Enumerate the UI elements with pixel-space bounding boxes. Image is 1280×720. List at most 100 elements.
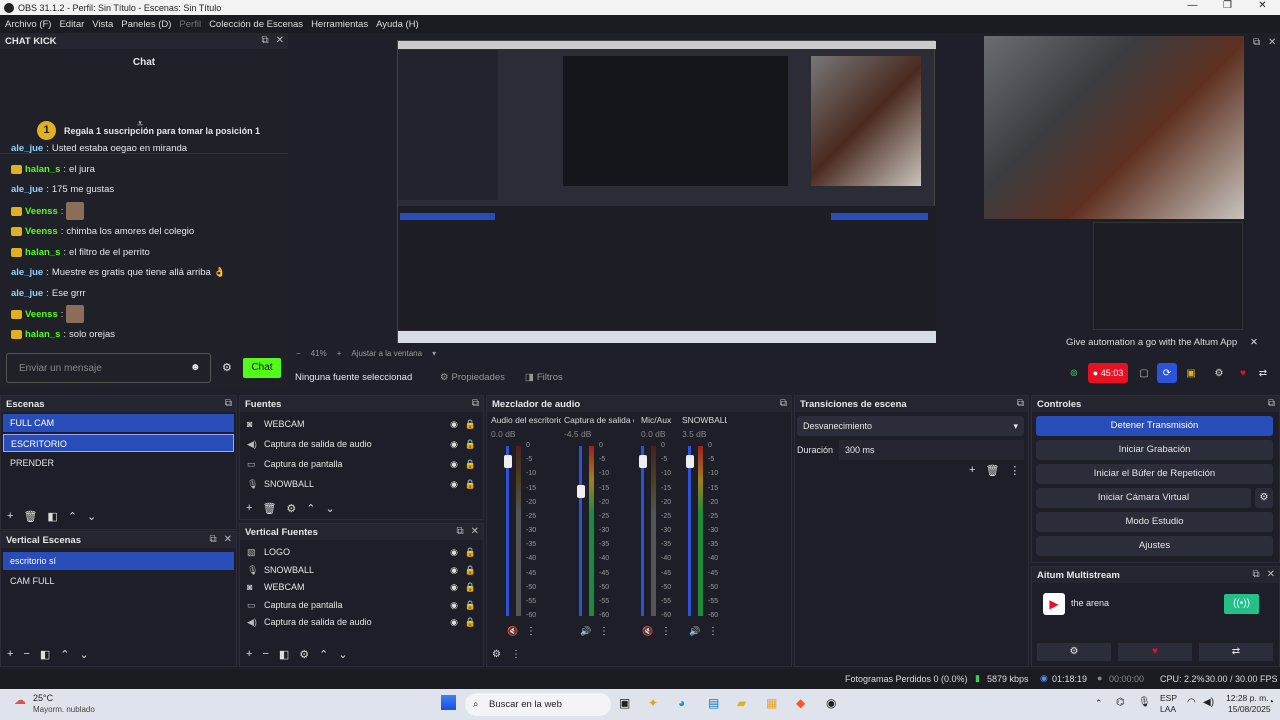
eye-icon[interactable]: ◉	[450, 455, 458, 473]
chat-user[interactable]: Veenss	[25, 309, 58, 320]
clock-time[interactable]: 12:28 p. m.	[1226, 693, 1269, 703]
volume-icon[interactable]: ◀)	[1203, 697, 1214, 708]
preview-canvas[interactable]	[397, 40, 936, 343]
undock-icon[interactable]: ⧉	[1253, 37, 1260, 48]
filter-icon[interactable]: ◧	[47, 510, 57, 523]
mixer-settings-icon[interactable]: ⚙	[492, 649, 501, 660]
gear-icon[interactable]: ⚙	[440, 372, 449, 383]
close-icon[interactable]: ✕	[1268, 37, 1276, 48]
folder-icon[interactable]: ▰	[737, 696, 746, 710]
mic-tray-icon[interactable]: 🎙	[1138, 697, 1151, 708]
volume-knob[interactable]	[577, 485, 585, 499]
stop-streaming-button[interactable]: Detener Transmisión	[1036, 416, 1273, 436]
volume-knob[interactable]	[686, 454, 694, 468]
vertical-source-item[interactable]: 🎙 SNOWBALL ◉ 🔒	[247, 561, 483, 579]
maximize-icon[interactable]: ❐	[1210, 0, 1245, 11]
chat-send-button[interactable]: Chat	[243, 358, 281, 378]
lock-icon[interactable]: 🔒	[465, 578, 476, 596]
files-icon[interactable]: ▦	[766, 696, 777, 710]
menu-archivo[interactable]: Archivo (F)	[5, 19, 51, 30]
remove-icon[interactable]: −	[262, 648, 268, 661]
vertical-source-item[interactable]: ▭ Captura de pantalla ◉ 🔒	[247, 596, 483, 614]
source-item[interactable]: 🎙 SNOWBALL ◉ 🔒	[247, 475, 483, 493]
move-up-icon[interactable]: ⌃	[306, 502, 315, 515]
close-icon[interactable]: ✕	[224, 534, 232, 545]
fit-window-label[interactable]: Ajustar a la ventana	[351, 349, 422, 358]
chat-user[interactable]: ale_jue	[11, 143, 43, 154]
chevron-up-icon[interactable]: ⌃	[1095, 698, 1103, 709]
menu-ayuda[interactable]: Ayuda (H)	[376, 19, 419, 30]
eye-icon[interactable]: ◉	[450, 435, 458, 453]
windows-start-icon[interactable]	[441, 695, 456, 710]
muted-speaker-icon[interactable]: 🔇	[507, 626, 518, 637]
studio-mode-button[interactable]: Modo Estudio	[1036, 512, 1273, 532]
more-icon[interactable]: ⋮	[708, 626, 718, 637]
source-item[interactable]: ◀) Captura de salida de audio ◉ 🔒	[247, 435, 483, 453]
undock-icon[interactable]: ⧉	[225, 398, 232, 409]
undock-icon[interactable]: ⧉	[209, 534, 216, 545]
scene-item[interactable]: ESCRITORIO	[3, 434, 234, 452]
edge-icon[interactable]: ◕	[678, 696, 685, 710]
heart-icon[interactable]: ♥	[1233, 363, 1253, 383]
lock-icon[interactable]: 🔒	[465, 475, 476, 493]
lock-icon[interactable]: 🔒	[465, 455, 476, 473]
undock-icon[interactable]: ⧉	[1017, 398, 1024, 409]
eye-icon[interactable]: ◉	[450, 561, 458, 579]
vertical-scene-item[interactable]: CAM FULL	[3, 572, 234, 590]
more-icon[interactable]: ⋮	[599, 626, 609, 637]
more-icon[interactable]: ⋮	[511, 649, 521, 660]
close-icon[interactable]: ✕	[471, 526, 479, 537]
undock-icon[interactable]: ⧉	[1268, 398, 1275, 409]
undock-icon[interactable]: ⧉	[780, 398, 787, 409]
gear-icon[interactable]: ⚙	[299, 648, 309, 661]
task-view-icon[interactable]: ▣	[619, 696, 630, 710]
speaker-icon[interactable]: 🔊	[580, 626, 591, 637]
move-down-icon[interactable]: ⌄	[87, 510, 96, 523]
menu-vista[interactable]: Vista	[92, 19, 113, 30]
gear-icon[interactable]: ⚙	[1037, 643, 1111, 661]
swap-icon[interactable]: ⇄	[1253, 363, 1273, 383]
language-layout[interactable]: LAA	[1160, 704, 1176, 714]
vertical-source-item[interactable]: ◀) Captura de salida de audio ◉ 🔒	[247, 613, 483, 631]
minimize-icon[interactable]: —	[1175, 0, 1210, 11]
chat-message-input[interactable]: Enviar un mensaje	[6, 353, 211, 383]
add-icon[interactable]: +	[7, 648, 13, 661]
notification-icon[interactable]: ◔	[1268, 697, 1274, 708]
volume-slider[interactable]	[688, 446, 691, 616]
eye-icon[interactable]: ◉	[450, 415, 458, 433]
filter-icon[interactable]: ◧	[40, 648, 50, 661]
live-timer[interactable]: ● 45:03	[1088, 363, 1128, 383]
undock-icon[interactable]: ⧉	[472, 398, 479, 409]
refresh-icon[interactable]: ⟳	[1157, 363, 1177, 383]
gear-icon[interactable]: ⚙	[222, 361, 232, 374]
undock-icon[interactable]: ⧉	[261, 35, 268, 46]
virtual-camera-button[interactable]: Iniciar Cámara Virtual	[1036, 488, 1251, 508]
lock-icon[interactable]: 🔒	[465, 435, 476, 453]
stop-icon[interactable]: ▢	[1134, 363, 1154, 383]
more-icon[interactable]: ⋮	[1009, 464, 1020, 477]
move-down-icon[interactable]: ⌄	[326, 502, 335, 515]
chat-user[interactable]: halan_s	[25, 247, 60, 258]
stream-active-icon[interactable]: ((•))	[1224, 594, 1259, 614]
heart-icon[interactable]: ♥	[1118, 643, 1192, 661]
source-item[interactable]: ◙ WEBCAM ◉ 🔒	[247, 415, 483, 433]
gear-icon[interactable]: ⚙	[1255, 488, 1273, 508]
network-tray-icon[interactable]: ⌬	[1116, 697, 1125, 708]
undock-icon[interactable]: ⧉	[456, 526, 463, 537]
clock-date[interactable]: 15/08/2025	[1228, 704, 1271, 714]
zoom-in-icon[interactable]: +	[337, 349, 342, 358]
chat-user[interactable]: Veenss	[25, 206, 58, 217]
vertical-source-item[interactable]: ▧ LOGO ◉ 🔒	[247, 543, 483, 561]
more-icon[interactable]: ⋮	[526, 626, 536, 637]
gear-icon[interactable]: ⚙	[286, 502, 296, 515]
muted-speaker-icon[interactable]: 🔇	[642, 626, 653, 637]
lock-icon[interactable]: 🔒	[465, 596, 476, 614]
move-up-icon[interactable]: ⌃	[319, 648, 328, 661]
remove-icon[interactable]: −	[23, 648, 29, 661]
gear-icon[interactable]: ⚙	[1209, 363, 1229, 383]
add-icon[interactable]: +	[246, 648, 252, 661]
move-up-icon[interactable]: ⌃	[68, 510, 77, 523]
eye-icon[interactable]: ◉	[450, 543, 458, 561]
chevron-down-icon[interactable]: ▾	[432, 349, 436, 358]
replay-buffer-button[interactable]: Iniciar el Búfer de Repetición	[1036, 464, 1273, 484]
